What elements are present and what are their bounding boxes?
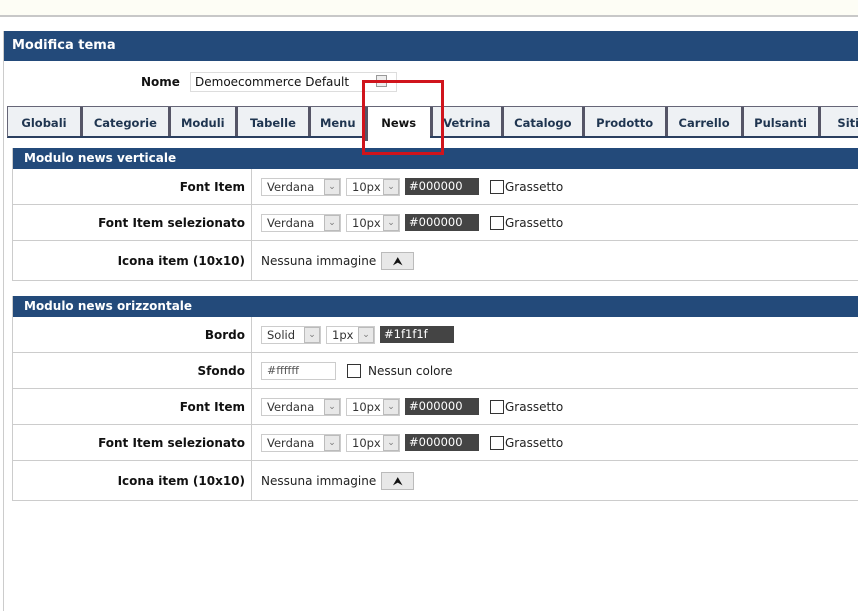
setting-row: Icona item (10x10) Nessuna immagine ⮝ (13, 241, 858, 281)
tab-tabelle[interactable]: Tabelle (234, 107, 308, 136)
setting-row: Font Item selezionato Verdana ⌄ 10px ⌄ #00000… (13, 425, 858, 461)
setting-label: Font Item selezionato (13, 425, 252, 460)
bold-label: Grassetto (505, 435, 564, 450)
chevron-down-icon: ⌄ (358, 326, 374, 343)
no-color-checkbox[interactable] (347, 363, 361, 378)
setting-label: Font Item (13, 169, 252, 204)
section-news-vertical: Modulo news verticale Font Item Verdana ⌄ 10… (12, 148, 858, 281)
font-size-select[interactable]: 10px ⌄ (346, 433, 400, 452)
font-size-select[interactable]: 10px ⌄ (346, 177, 400, 196)
setting-label: Font Item (13, 389, 252, 424)
upload-button[interactable]: ⮝ (381, 471, 415, 490)
font-family-select[interactable]: Verdana ⌄ (261, 397, 341, 416)
color-input[interactable]: #000000 (405, 214, 479, 231)
color-input[interactable]: #000000 (405, 434, 479, 451)
bold-checkbox[interactable] (490, 215, 504, 230)
bold-checkbox[interactable] (490, 179, 504, 194)
setting-label: Bordo (13, 317, 252, 352)
border-size-select[interactable]: 1px ⌄ (326, 325, 375, 344)
setting-label: Sfondo (13, 353, 252, 388)
no-image-label: Nessuna immagine (261, 253, 377, 268)
tab-carrello[interactable]: Carrello (664, 107, 741, 136)
setting-row: Font Item selezionato Verdana ⌄ 10px ⌄ #00000… (13, 205, 858, 241)
tab-siti[interactable]: Siti (817, 107, 858, 136)
chevron-down-icon: ⌄ (383, 214, 399, 231)
bold-checkbox[interactable] (490, 399, 504, 414)
font-family-select[interactable]: Verdana ⌄ (261, 213, 341, 232)
chevron-down-icon: ⌄ (383, 178, 399, 195)
panel-title: Modifica tema (4, 31, 858, 61)
chevron-down-icon: ⌄ (324, 434, 340, 451)
upload-icon: ⮝ (392, 473, 403, 488)
font-family-select[interactable]: Verdana ⌄ (261, 433, 341, 452)
no-image-label: Nessuna immagine (261, 473, 377, 488)
tab-prodotto[interactable]: Prodotto (581, 107, 665, 136)
color-input[interactable]: #000000 (405, 178, 479, 195)
setting-row: Sfondo #ffffff Nessun colore (13, 353, 858, 389)
border-style-select[interactable]: Solid ⌄ (261, 325, 321, 344)
setting-row: Font Item Verdana ⌄ 10px ⌄ #000000 Grassetto (13, 389, 858, 425)
chevron-down-icon: ⌄ (324, 214, 340, 231)
tab-menu[interactable]: Menu (307, 107, 365, 136)
top-band (0, 0, 858, 17)
tab-globali[interactable]: Globali (8, 107, 81, 136)
setting-label: Font Item selezionato (13, 205, 252, 240)
chevron-down-icon: ⌄ (324, 178, 340, 195)
section-title: Modulo news orizzontale (13, 296, 858, 317)
background-color-input[interactable]: #ffffff (261, 361, 336, 380)
chevron-down-icon: ⌄ (304, 326, 320, 343)
highlight-box (362, 80, 444, 155)
no-color-label: Nessun colore (368, 363, 453, 378)
bold-label: Grassetto (505, 215, 564, 230)
bold-label: Grassetto (505, 399, 564, 414)
setting-row: Font Item Verdana ⌄ 10px ⌄ #000000 Grassetto (13, 169, 858, 205)
tab-moduli[interactable]: Moduli (167, 107, 235, 136)
color-input[interactable]: #000000 (405, 398, 479, 415)
upload-icon: ⮝ (392, 253, 403, 268)
chevron-down-icon: ⌄ (383, 434, 399, 451)
setting-label: Icona item (10x10) (13, 461, 252, 500)
border-color-input[interactable]: #1f1f1f (380, 326, 454, 343)
font-size-select[interactable]: 10px ⌄ (346, 213, 400, 232)
setting-label: Icona item (10x10) (13, 241, 252, 280)
tab-catalogo[interactable]: Catalogo (500, 107, 582, 136)
bold-label: Grassetto (505, 179, 564, 194)
nome-label: Nome (141, 75, 180, 89)
chevron-down-icon: ⌄ (383, 398, 399, 415)
section-news-horizontal: Modulo news orizzontale Bordo Solid ⌄ 1px ⌄ #1… (12, 296, 858, 501)
chevron-down-icon: ⌄ (324, 398, 340, 415)
font-size-select[interactable]: 10px ⌄ (346, 397, 400, 416)
tab-pulsanti[interactable]: Pulsanti (740, 107, 818, 136)
setting-row: Icona item (10x10) Nessuna immagine ⮝ (13, 461, 858, 501)
tab-categorie[interactable]: Categorie (80, 107, 168, 136)
bold-checkbox[interactable] (490, 435, 504, 450)
setting-row: Bordo Solid ⌄ 1px ⌄ #1f1f1f (13, 317, 858, 353)
upload-button[interactable]: ⮝ (381, 251, 415, 270)
font-family-select[interactable]: Verdana ⌄ (261, 177, 341, 196)
